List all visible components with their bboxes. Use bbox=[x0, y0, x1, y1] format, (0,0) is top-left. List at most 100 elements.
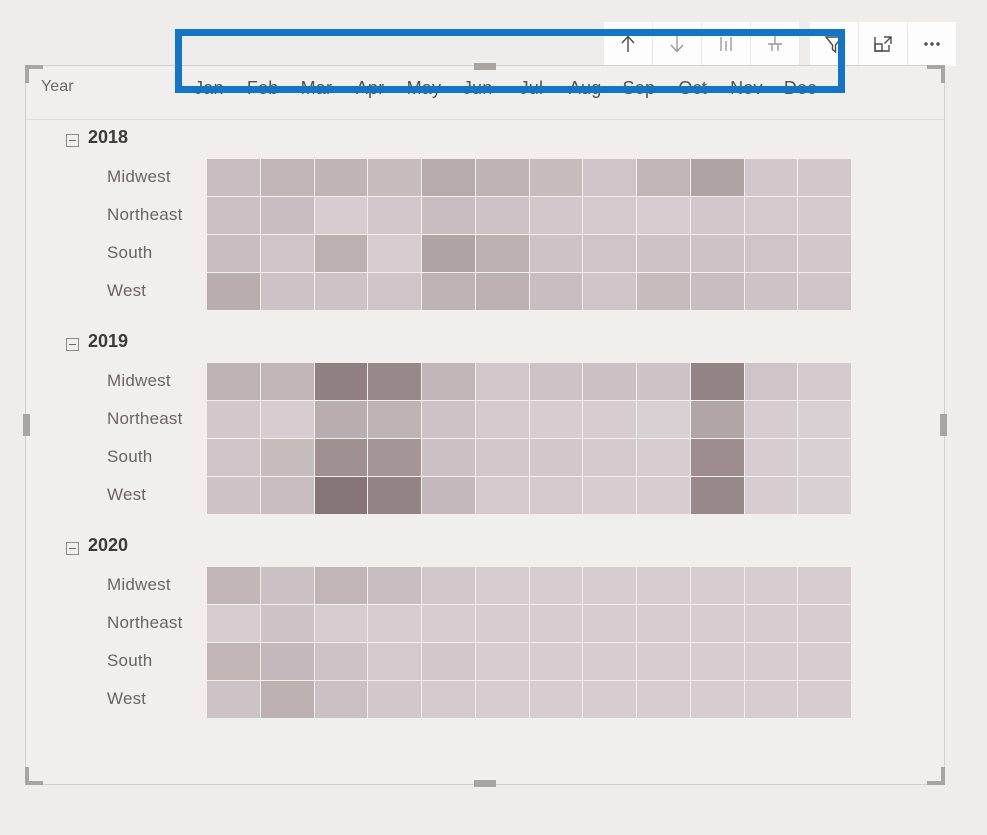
heat-cell[interactable] bbox=[744, 605, 798, 642]
heat-cell[interactable] bbox=[690, 401, 744, 438]
drill-mode-icon[interactable] bbox=[751, 22, 800, 66]
heat-cell[interactable] bbox=[637, 605, 690, 642]
heat-cell[interactable] bbox=[690, 643, 744, 680]
heat-cell[interactable] bbox=[314, 477, 368, 514]
column-header-jul[interactable]: Jul bbox=[505, 78, 559, 99]
heat-cell[interactable] bbox=[207, 681, 260, 718]
heat-cell[interactable] bbox=[798, 439, 851, 476]
heat-cell[interactable] bbox=[798, 477, 851, 514]
heat-cell[interactable] bbox=[314, 567, 368, 604]
heat-cell[interactable] bbox=[422, 401, 475, 438]
visual-header-toolbar[interactable] bbox=[604, 22, 956, 66]
focus-mode-icon[interactable] bbox=[859, 22, 908, 66]
heat-cell[interactable] bbox=[798, 643, 851, 680]
heat-cell[interactable] bbox=[690, 273, 744, 310]
heat-cell[interactable] bbox=[422, 235, 475, 272]
heat-cell[interactable] bbox=[529, 567, 583, 604]
matrix-heatmap[interactable]: Year Jan Feb Mar Apr May Jun Jul Aug Sep Oct Nov De… bbox=[26, 66, 944, 784]
heat-cell[interactable] bbox=[637, 235, 690, 272]
expand-all-icon[interactable] bbox=[702, 22, 751, 66]
heat-cell[interactable] bbox=[368, 439, 421, 476]
row-group-label-2020[interactable]: 2020 bbox=[88, 535, 128, 556]
heat-cell[interactable] bbox=[637, 567, 690, 604]
heat-cell[interactable] bbox=[314, 605, 368, 642]
heat-cell[interactable] bbox=[529, 605, 583, 642]
column-header-aug[interactable]: Aug bbox=[558, 78, 612, 99]
heat-cell[interactable] bbox=[583, 363, 636, 400]
row-label-2018-west[interactable]: West bbox=[107, 281, 146, 301]
row-label-2020-west[interactable]: West bbox=[107, 689, 146, 709]
column-header-nov[interactable]: Nov bbox=[720, 78, 774, 99]
heat-cell[interactable] bbox=[314, 273, 368, 310]
heat-cell[interactable] bbox=[529, 401, 583, 438]
heat-cell[interactable] bbox=[583, 273, 636, 310]
heat-cell[interactable] bbox=[798, 197, 851, 234]
heat-cell[interactable] bbox=[207, 159, 260, 196]
heat-cell[interactable] bbox=[798, 273, 851, 310]
heat-cell[interactable] bbox=[744, 681, 798, 718]
filter-icon[interactable] bbox=[810, 22, 859, 66]
heat-cell[interactable] bbox=[475, 273, 529, 310]
expand-collapse-toggle-2020[interactable] bbox=[66, 542, 79, 555]
row-label-2018-northeast[interactable]: Northeast bbox=[107, 205, 183, 225]
heat-cell[interactable] bbox=[475, 197, 529, 234]
column-header-dec[interactable]: Dec bbox=[773, 78, 827, 99]
heat-cell[interactable] bbox=[690, 605, 744, 642]
row-label-2020-south[interactable]: South bbox=[107, 651, 152, 671]
column-header-feb[interactable]: Feb bbox=[236, 78, 290, 99]
heat-cell[interactable] bbox=[529, 235, 583, 272]
heat-cell[interactable] bbox=[422, 159, 475, 196]
heat-cell[interactable] bbox=[637, 401, 690, 438]
heat-cell[interactable] bbox=[529, 273, 583, 310]
heat-cell[interactable] bbox=[690, 159, 744, 196]
drill-down-icon[interactable] bbox=[653, 22, 702, 66]
heat-cell[interactable] bbox=[260, 197, 314, 234]
heat-cell[interactable] bbox=[368, 681, 421, 718]
heat-cell[interactable] bbox=[583, 401, 636, 438]
heat-cell[interactable] bbox=[798, 681, 851, 718]
row-label-2018-south[interactable]: South bbox=[107, 243, 152, 263]
heat-cell[interactable] bbox=[583, 439, 636, 476]
heat-cell[interactable] bbox=[422, 643, 475, 680]
heat-cell[interactable] bbox=[798, 235, 851, 272]
drill-up-icon[interactable] bbox=[604, 22, 653, 66]
heat-cell[interactable] bbox=[422, 439, 475, 476]
heat-cell[interactable] bbox=[260, 235, 314, 272]
heat-cell[interactable] bbox=[422, 197, 475, 234]
heat-cell[interactable] bbox=[529, 643, 583, 680]
heat-cell[interactable] bbox=[314, 363, 368, 400]
row-label-2020-northeast[interactable]: Northeast bbox=[107, 613, 183, 633]
heat-cell[interactable] bbox=[529, 439, 583, 476]
heat-cell[interactable] bbox=[798, 159, 851, 196]
heat-cell[interactable] bbox=[260, 363, 314, 400]
heat-cell[interactable] bbox=[422, 477, 475, 514]
heat-cell[interactable] bbox=[475, 477, 529, 514]
heat-cell[interactable] bbox=[690, 567, 744, 604]
heat-cell[interactable] bbox=[207, 643, 260, 680]
heat-cell[interactable] bbox=[368, 605, 421, 642]
heat-cell[interactable] bbox=[260, 439, 314, 476]
row-label-2018-midwest[interactable]: Midwest bbox=[107, 167, 171, 187]
heat-cell[interactable] bbox=[744, 439, 798, 476]
heat-cell[interactable] bbox=[583, 235, 636, 272]
heat-cell[interactable] bbox=[207, 235, 260, 272]
heat-cell[interactable] bbox=[690, 363, 744, 400]
heat-cell[interactable] bbox=[368, 159, 421, 196]
heat-cell[interactable] bbox=[744, 273, 798, 310]
heat-cell[interactable] bbox=[260, 681, 314, 718]
heat-cell[interactable] bbox=[637, 439, 690, 476]
heat-cell[interactable] bbox=[475, 439, 529, 476]
heat-cell[interactable] bbox=[529, 363, 583, 400]
column-header-mar[interactable]: Mar bbox=[290, 78, 344, 99]
heat-cell[interactable] bbox=[207, 605, 260, 642]
heat-cell[interactable] bbox=[583, 681, 636, 718]
heat-cell[interactable] bbox=[475, 681, 529, 718]
column-header-sep[interactable]: Sep bbox=[612, 78, 666, 99]
heat-cell[interactable] bbox=[744, 363, 798, 400]
heat-cell[interactable] bbox=[744, 477, 798, 514]
heat-cell[interactable] bbox=[422, 363, 475, 400]
heat-cell[interactable] bbox=[744, 235, 798, 272]
heat-cell[interactable] bbox=[314, 159, 368, 196]
heat-cell[interactable] bbox=[798, 363, 851, 400]
heat-cell[interactable] bbox=[529, 197, 583, 234]
